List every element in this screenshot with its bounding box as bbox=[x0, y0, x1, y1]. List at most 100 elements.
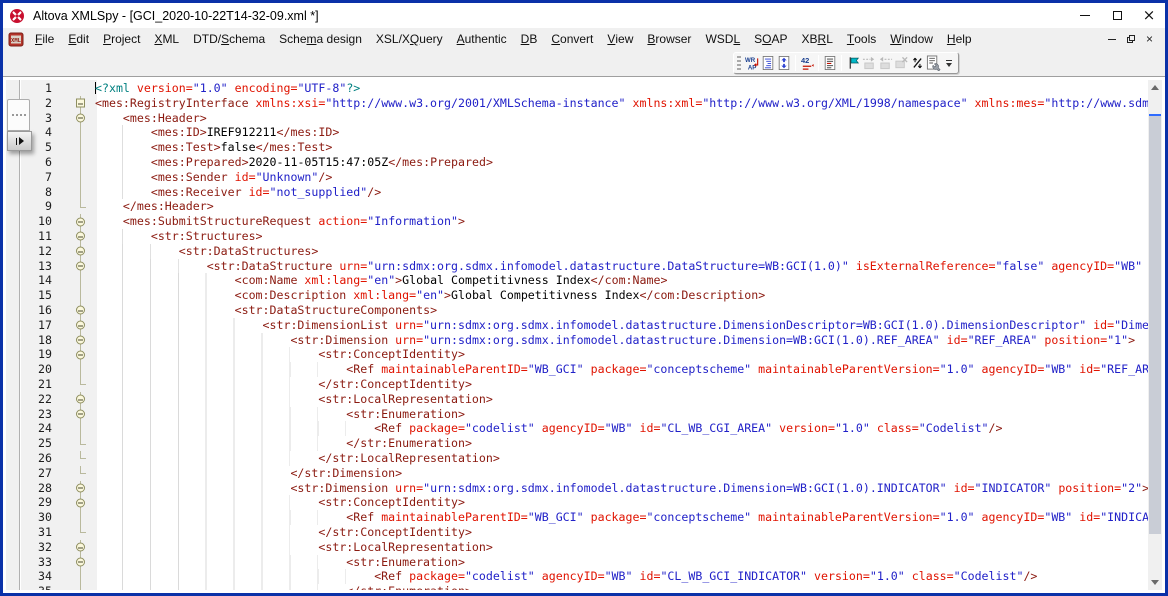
code-line[interactable]: 18 <str:Dimension urn="urn:sdmx:org.sdmx… bbox=[21, 333, 1148, 348]
code-text[interactable]: <Ref package="codelist" agencyID="WB" id… bbox=[95, 421, 1148, 436]
code-text[interactable]: <mes:SubmitStructureRequest action="Info… bbox=[95, 214, 1148, 229]
code-text[interactable]: <str:DataStructures> bbox=[95, 244, 1148, 259]
menu-view[interactable]: View bbox=[600, 28, 640, 50]
code-text[interactable]: <Ref package="codelist" agencyID="WB" id… bbox=[95, 569, 1148, 584]
menu-convert[interactable]: Convert bbox=[544, 28, 600, 50]
toolbar-grip-handle[interactable] bbox=[737, 56, 741, 70]
code-line[interactable]: 27 </str:Dimension> bbox=[21, 466, 1148, 481]
xml-document-icon[interactable]: XML bbox=[8, 32, 24, 47]
code-text[interactable]: <Ref maintainableParentID="WB_GCI" packa… bbox=[95, 362, 1148, 377]
menu-project[interactable]: Project bbox=[96, 28, 147, 50]
code-line[interactable]: 6 <mes:Prepared>2020-11-05T15:47:05Z</me… bbox=[21, 155, 1148, 170]
indent-guides-button[interactable] bbox=[822, 54, 838, 72]
code-text[interactable]: <str:ConceptIdentity> bbox=[95, 347, 1148, 362]
code-line[interactable]: 31 </str:ConceptIdentity> bbox=[21, 525, 1148, 540]
code-line[interactable]: 25 </str:Enumeration> bbox=[21, 436, 1148, 451]
code-line[interactable]: 11 <str:Structures> bbox=[21, 229, 1148, 244]
code-line[interactable]: 34 <Ref package="codelist" agencyID="WB"… bbox=[21, 569, 1148, 584]
code-text[interactable]: <str:DataStructureComponents> bbox=[95, 303, 1148, 318]
code-text[interactable]: <str:ConceptIdentity> bbox=[95, 495, 1148, 510]
code-text[interactable]: <str:Dimension urn="urn:sdmx:org.sdmx.in… bbox=[95, 333, 1148, 348]
code-text[interactable]: </str:Enumeration> bbox=[95, 436, 1148, 451]
code-line[interactable]: 21 </str:ConceptIdentity> bbox=[21, 377, 1148, 392]
menu-schema-design[interactable]: Schema design bbox=[272, 28, 369, 50]
code-line[interactable]: 14 <com:Name xml:lang="en">Global Compet… bbox=[21, 273, 1148, 288]
code-text[interactable]: <mes:RegistryInterface xmlns:xsi="http:/… bbox=[95, 96, 1148, 111]
code-text[interactable]: </str:ConceptIdentity> bbox=[95, 377, 1148, 392]
code-line[interactable]: 1<?xml version="1.0" encoding="UTF-8"?> bbox=[21, 81, 1148, 96]
code-line[interactable]: 24 <Ref package="codelist" agencyID="WB"… bbox=[21, 421, 1148, 436]
code-text[interactable]: <mes:Sender id="Unknown"/> bbox=[95, 170, 1148, 185]
fold-toggle-icon[interactable] bbox=[76, 113, 85, 122]
code-text[interactable]: <str:LocalRepresentation> bbox=[95, 392, 1148, 407]
document-restore-button[interactable] bbox=[1121, 31, 1140, 47]
code-text[interactable]: <?xml version="1.0" encoding="UTF-8"?> bbox=[95, 81, 1148, 96]
menu-dtd-schema[interactable]: DTD/Schema bbox=[186, 28, 272, 50]
code-text[interactable]: <mes:Test>false</mes:Test> bbox=[95, 140, 1148, 155]
code-line[interactable]: 29 <str:ConceptIdentity> bbox=[21, 495, 1148, 510]
close-button[interactable]: × bbox=[1133, 5, 1165, 27]
code-line[interactable]: 2<mes:RegistryInterface xmlns:xsi="http:… bbox=[21, 96, 1148, 111]
text-view-editor[interactable]: 1<?xml version="1.0" encoding="UTF-8"?>2… bbox=[6, 80, 1162, 590]
code-text[interactable]: <str:Enumeration> bbox=[95, 407, 1148, 422]
code-text[interactable]: <str:DimensionList urn="urn:sdmx:org.sdm… bbox=[95, 318, 1148, 333]
maximize-button[interactable] bbox=[1101, 5, 1133, 27]
code-line[interactable]: 3 <mes:Header> bbox=[21, 111, 1148, 126]
code-line[interactable]: 19 <str:ConceptIdentity> bbox=[21, 347, 1148, 362]
menu-browser[interactable]: Browser bbox=[640, 28, 698, 50]
fold-toggle-icon[interactable] bbox=[76, 335, 85, 344]
code-text[interactable]: <str:LocalRepresentation> bbox=[95, 540, 1148, 555]
code-text[interactable]: <mes:ID>IREF912211</mes:ID> bbox=[95, 125, 1148, 140]
code-line[interactable]: 15 <com:Description xml:lang="en">Global… bbox=[21, 288, 1148, 303]
fold-toggle-icon[interactable] bbox=[76, 498, 85, 507]
code-line[interactable]: 7 <mes:Sender id="Unknown"/> bbox=[21, 170, 1148, 185]
text-view-settings-button[interactable] bbox=[925, 54, 941, 72]
code-text[interactable]: </str:Dimension> bbox=[95, 466, 1148, 481]
code-text[interactable]: <str:Enumeration> bbox=[95, 555, 1148, 570]
code-text[interactable]: <Ref maintainableParentID="WB_GCI" packa… bbox=[95, 510, 1148, 525]
menu-wsdl[interactable]: WSDL bbox=[698, 28, 747, 50]
menu-xsl-xquery[interactable]: XSL/XQuery bbox=[369, 28, 450, 50]
code-line[interactable]: 10 <mes:SubmitStructureRequest action="I… bbox=[21, 214, 1148, 229]
code-text[interactable]: <com:Description xml:lang="en">Global Co… bbox=[95, 288, 1148, 303]
code-line[interactable]: 9 </mes:Header> bbox=[21, 199, 1148, 214]
code-text[interactable]: </str:LocalRepresentation> bbox=[95, 451, 1148, 466]
fold-toggle-icon[interactable] bbox=[76, 350, 85, 359]
code-text[interactable]: <str:DataStructure urn="urn:sdmx:org.sdm… bbox=[95, 259, 1148, 274]
toggle-folds-button[interactable] bbox=[909, 54, 925, 72]
dock-grip[interactable] bbox=[7, 99, 30, 131]
code-line[interactable]: 28 <str:Dimension urn="urn:sdmx:org.sdmx… bbox=[21, 481, 1148, 496]
document-minimize-button[interactable] bbox=[1102, 31, 1121, 47]
code-text[interactable]: </str:ConceptIdentity> bbox=[95, 525, 1148, 540]
fold-toggle-icon[interactable] bbox=[76, 247, 85, 256]
fold-toggle-icon[interactable] bbox=[76, 483, 85, 492]
code-line[interactable]: 20 <Ref maintainableParentID="WB_GCI" pa… bbox=[21, 362, 1148, 377]
code-line[interactable]: 16 <str:DataStructureComponents> bbox=[21, 303, 1148, 318]
menu-soap[interactable]: SOAP bbox=[747, 28, 794, 50]
code-line[interactable]: 32 <str:LocalRepresentation> bbox=[21, 540, 1148, 555]
code-line[interactable]: 8 <mes:Receiver id="not_supplied"/> bbox=[21, 185, 1148, 200]
code-line[interactable]: 26 </str:LocalRepresentation> bbox=[21, 451, 1148, 466]
minimize-button[interactable] bbox=[1069, 5, 1101, 27]
line-numbers-button[interactable]: 42 bbox=[799, 54, 815, 72]
fold-toggle-icon[interactable] bbox=[76, 395, 85, 404]
code-text[interactable]: <mes:Receiver id="not_supplied"/> bbox=[95, 185, 1148, 200]
code-text[interactable]: <str:Structures> bbox=[95, 229, 1148, 244]
menu-file[interactable]: File bbox=[28, 28, 61, 50]
code-line[interactable]: 33 <str:Enumeration> bbox=[21, 555, 1148, 570]
scroll-down-button[interactable] bbox=[1148, 575, 1162, 590]
menu-db[interactable]: DB bbox=[514, 28, 545, 50]
menu-window[interactable]: Window bbox=[883, 28, 940, 50]
menu-xml[interactable]: XML bbox=[147, 28, 186, 50]
fold-toggle-icon[interactable] bbox=[76, 232, 85, 241]
wrap-column-button[interactable] bbox=[776, 54, 792, 72]
insert-bookmark-button[interactable] bbox=[845, 54, 861, 72]
word-wrap-button[interactable]: WRAP bbox=[744, 54, 760, 72]
fold-toggle-icon[interactable] bbox=[76, 306, 85, 315]
fold-toggle-icon[interactable] bbox=[76, 99, 85, 108]
code-text[interactable]: </mes:Header> bbox=[95, 199, 1148, 214]
document-close-button[interactable]: × bbox=[1140, 31, 1159, 47]
code-text[interactable]: <str:Dimension urn="urn:sdmx:org.sdmx.in… bbox=[95, 481, 1148, 496]
code-line[interactable]: 35 </str:Enumeration> bbox=[21, 584, 1148, 590]
fold-toggle-icon[interactable] bbox=[76, 409, 85, 418]
